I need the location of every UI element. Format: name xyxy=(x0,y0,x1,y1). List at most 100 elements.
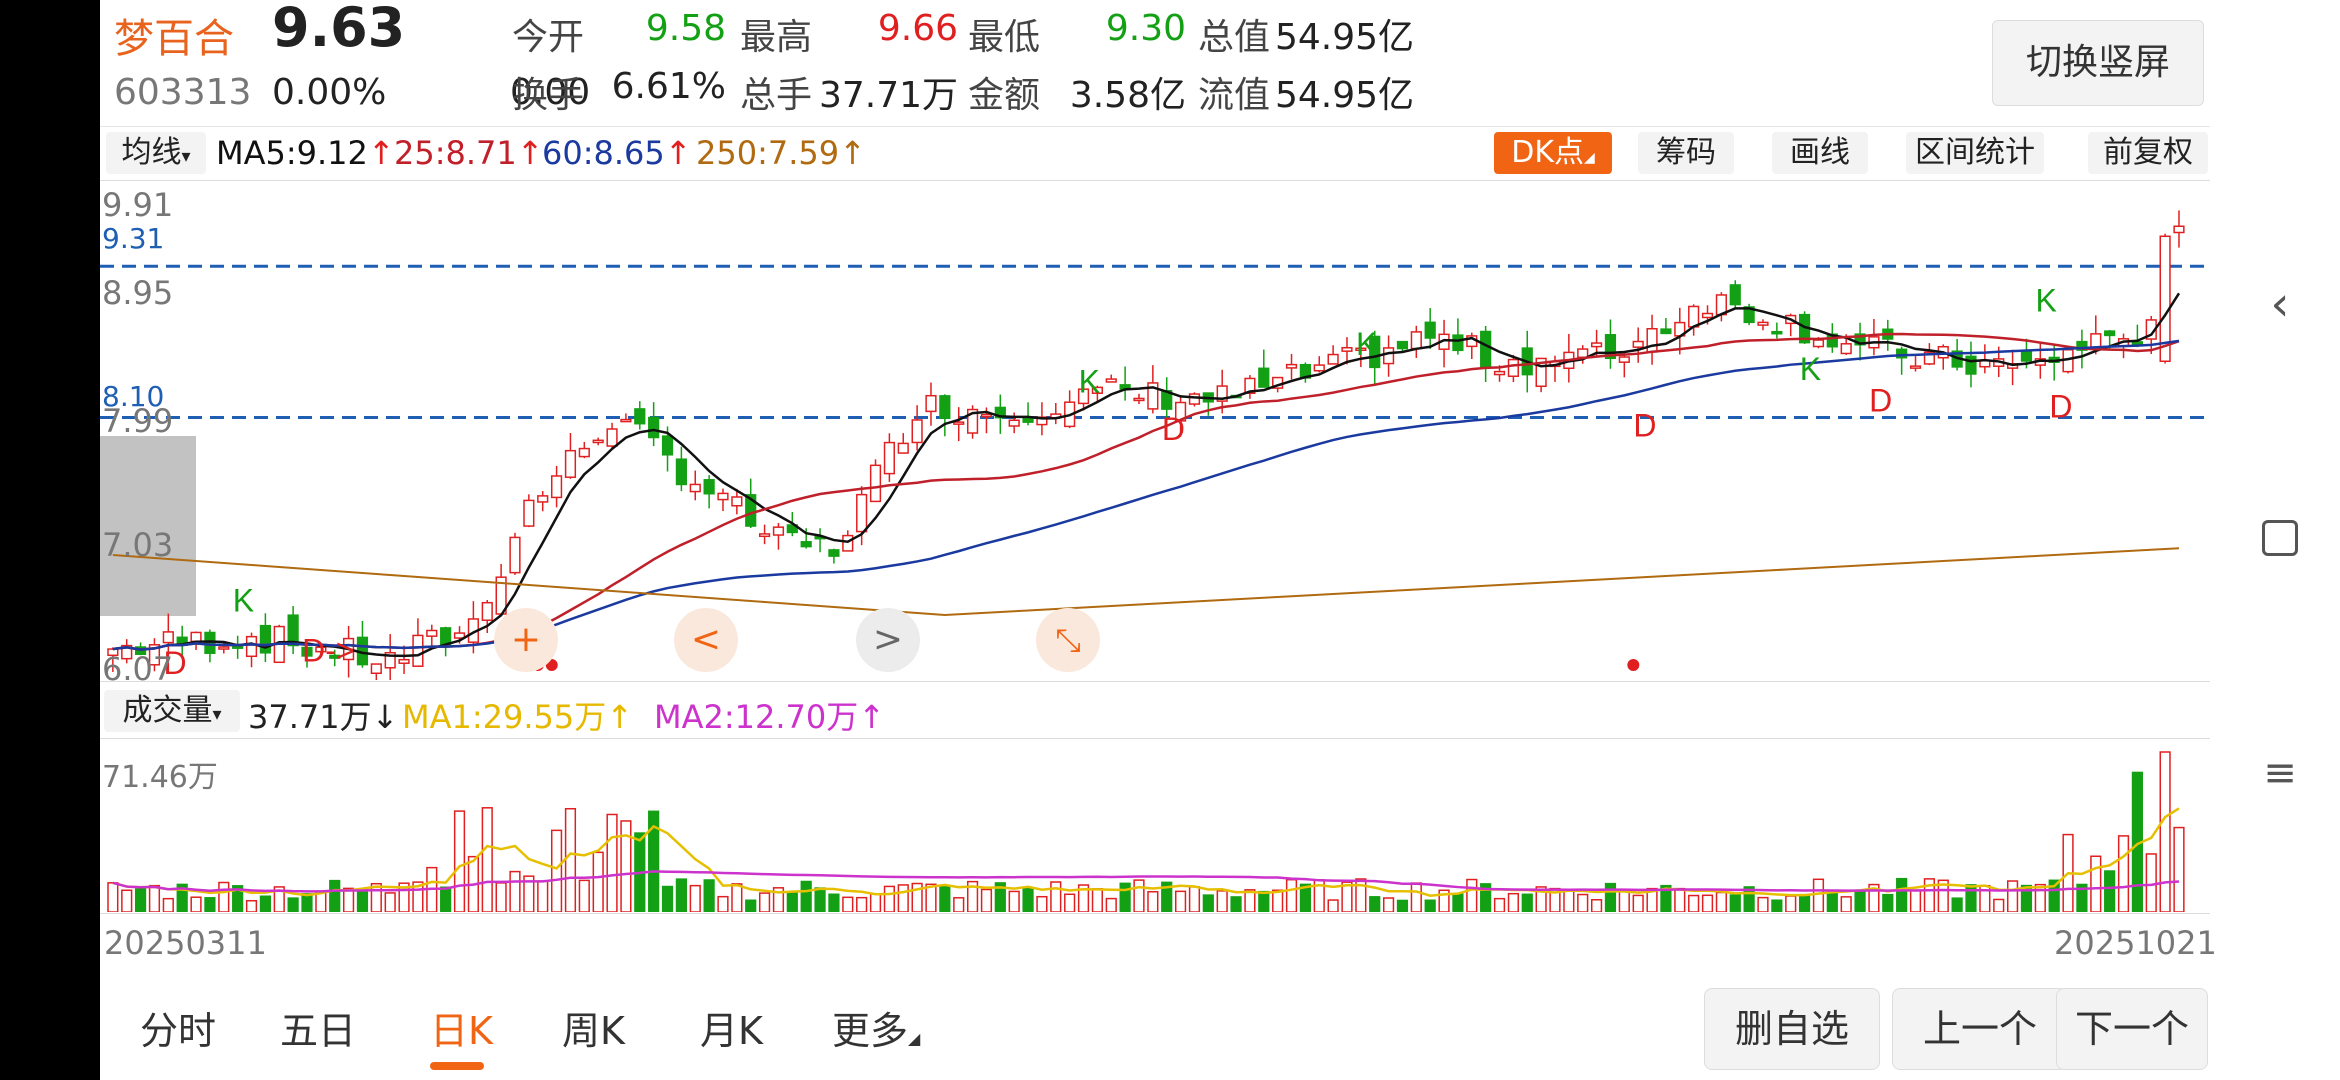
candle-body xyxy=(1840,343,1852,355)
back-icon[interactable]: ‹ xyxy=(2220,276,2340,332)
volume-bar xyxy=(828,893,840,912)
candle-body xyxy=(412,634,424,667)
draw-line-button[interactable]: 画线 xyxy=(1772,132,1868,174)
ma-selector[interactable]: 均线▾ xyxy=(106,132,206,174)
candle-body xyxy=(925,394,937,413)
volume-bar xyxy=(1521,893,1533,912)
system-nav-bar: ‹ ≡ xyxy=(2220,0,2340,1080)
quote-field-label: 总值 xyxy=(1198,17,1271,58)
more-corner-icon: ◢ xyxy=(908,1029,921,1048)
candle-body xyxy=(1313,364,1325,372)
volume-bar xyxy=(1230,896,1242,912)
candle-body xyxy=(1382,347,1395,365)
remove-watchlist-button[interactable]: 删自选 xyxy=(1704,988,1880,1070)
tab-week-k[interactable]: 周K xyxy=(562,1000,625,1055)
candle-body xyxy=(675,458,687,486)
signal-label: K xyxy=(1356,326,1377,362)
volume-bar xyxy=(1105,897,1117,912)
volume-bar xyxy=(856,896,868,912)
tab-month-k[interactable]: 月K xyxy=(700,1000,763,1055)
volume-bar xyxy=(564,807,577,912)
candle-body xyxy=(162,631,174,644)
candle-body xyxy=(1618,356,1630,363)
volume-bar xyxy=(2159,751,2171,912)
volume-bar xyxy=(1688,894,1700,912)
dk-point-button[interactable]: DK点◢ xyxy=(1494,132,1612,174)
chevron-right-icon[interactable]: > xyxy=(856,608,920,672)
candle-body xyxy=(842,534,854,552)
vol-ma2-label: MA2:12.70万↑ xyxy=(654,698,886,736)
candlestick-chart[interactable]: KD D->KDKDKDKD xyxy=(100,180,2210,680)
volume-bar xyxy=(190,896,202,912)
volume-bar xyxy=(675,878,687,912)
volume-bar xyxy=(1993,898,2005,912)
collapse-icon[interactable]: ⤡ xyxy=(1036,608,1100,672)
volume-bar xyxy=(717,895,729,912)
range-stats-button[interactable]: 区间统计 xyxy=(1906,132,2044,174)
price-axis-label: 8.95 xyxy=(102,274,174,312)
plus-icon[interactable]: + xyxy=(494,608,558,672)
next-button[interactable]: 下一个 xyxy=(2056,988,2208,1070)
previous-button[interactable]: 上一个 xyxy=(1892,988,2068,1070)
volume-bar xyxy=(1923,878,1935,912)
volume-bar xyxy=(481,807,493,912)
menu-icon[interactable]: ≡ xyxy=(2220,750,2340,796)
candle-body xyxy=(1410,331,1422,350)
divider xyxy=(100,126,2210,127)
volume-bar xyxy=(1798,893,1811,912)
candle-body xyxy=(1701,312,1714,319)
candle-body xyxy=(1327,353,1339,365)
volume-bar xyxy=(537,880,549,912)
switch-portrait-button[interactable]: 切换竖屏 xyxy=(1992,20,2204,106)
volume-max-label: 71.46万 xyxy=(102,760,218,795)
candle-body xyxy=(190,631,202,643)
candle-body xyxy=(1133,397,1145,402)
candle-body xyxy=(1729,284,1741,306)
candle-body xyxy=(218,646,230,650)
volume-bar xyxy=(453,810,466,912)
candle-body xyxy=(1646,328,1658,353)
volume-bar xyxy=(2145,853,2157,912)
candle-body xyxy=(2173,225,2185,234)
home-icon[interactable] xyxy=(2220,520,2340,556)
tab-more[interactable]: 更多◢ xyxy=(832,1000,920,1055)
volume-bar xyxy=(1604,882,1617,912)
candle-body xyxy=(2104,330,2116,337)
volume-bar xyxy=(1951,897,1963,912)
chevron-left-icon[interactable]: < xyxy=(674,608,738,672)
candle-body xyxy=(1590,342,1603,348)
candle-body xyxy=(564,449,577,478)
tab-timeshare[interactable]: 分时 xyxy=(140,1000,216,1055)
volume-bar xyxy=(897,884,909,912)
chips-button[interactable]: 筹码 xyxy=(1638,132,1734,174)
forward-adjust-button[interactable]: 前复权 xyxy=(2088,132,2208,174)
candle-body xyxy=(1188,393,1201,405)
volume-bar xyxy=(245,899,258,912)
volume-bar xyxy=(1133,879,1145,912)
volume-bar xyxy=(204,897,216,912)
stock-code: 603313 xyxy=(114,72,252,113)
signal-label: D xyxy=(2049,389,2072,425)
tab-day-k[interactable]: 日K xyxy=(430,1000,493,1055)
candle-body xyxy=(1577,348,1589,359)
volume-bar xyxy=(550,829,563,912)
tab-five-day[interactable]: 五日 xyxy=(280,1000,356,1055)
candle-body xyxy=(1688,305,1700,328)
volume-bar xyxy=(121,889,133,912)
volume-chart[interactable] xyxy=(100,738,2210,912)
change-pct: 0.00% xyxy=(272,72,387,113)
volume-bar xyxy=(786,892,798,912)
candle-body xyxy=(1965,355,1977,375)
indicator-selector[interactable]: 成交量▾ xyxy=(104,690,240,732)
signal-label: D xyxy=(1633,407,1656,443)
signal-label: K xyxy=(233,582,254,618)
candle-body xyxy=(1757,321,1769,326)
volume-bar xyxy=(1909,889,1922,912)
volume-bar xyxy=(1715,891,1727,912)
candle-body xyxy=(1285,363,1298,369)
volume-bar xyxy=(939,884,951,912)
volume-label: 37.71万↓ xyxy=(248,698,399,736)
volume-bar xyxy=(1840,896,1852,912)
candle-body xyxy=(980,413,993,418)
quote-field-label: 今开 xyxy=(512,17,585,58)
